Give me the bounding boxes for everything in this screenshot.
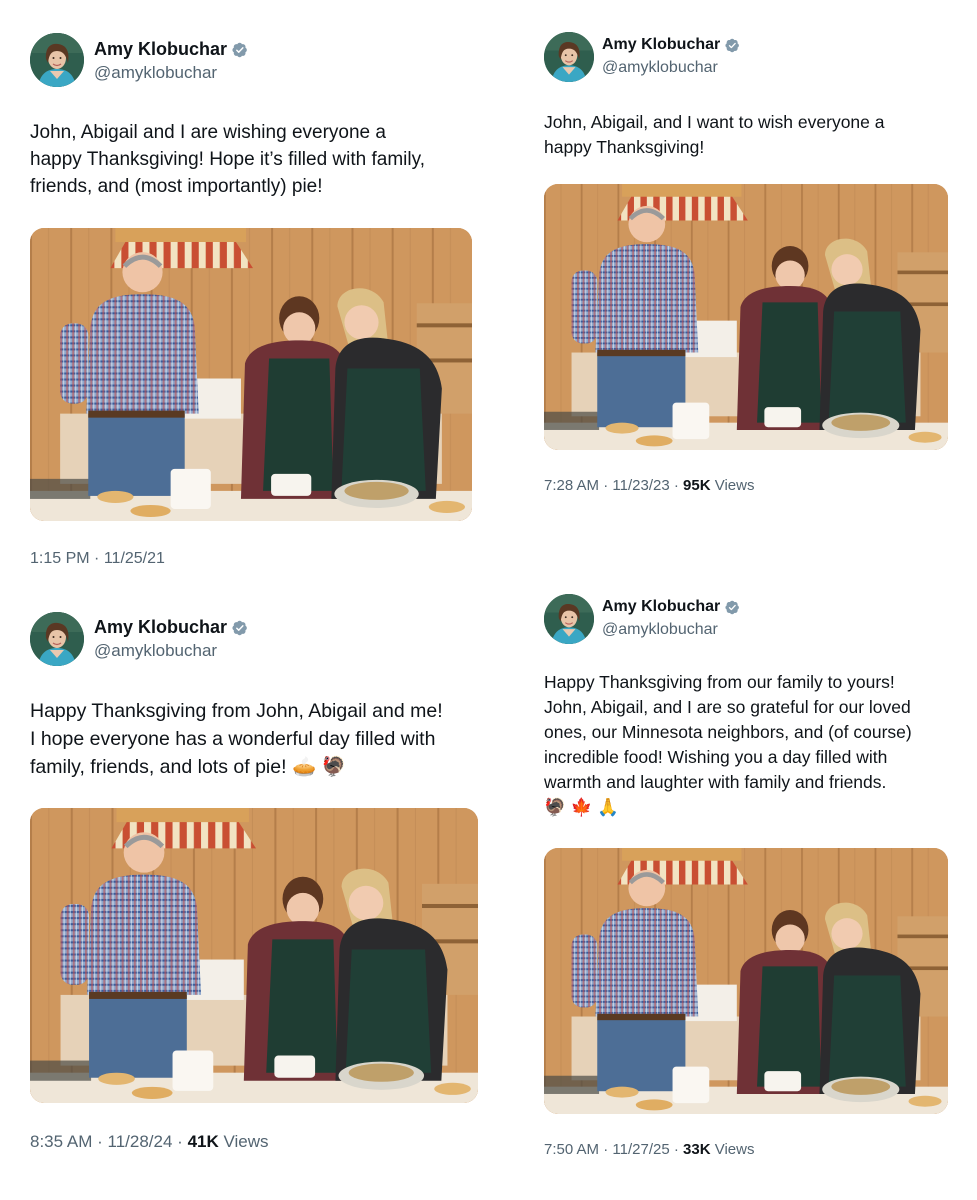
- tweet-meta: 1:15 PM · 11/25/21: [30, 550, 165, 568]
- tweet-date[interactable]: 11/28/24: [108, 1132, 173, 1151]
- tweet-card-4: Amy Klobuchar @amyklobuchar Happy Thanks…: [544, 594, 954, 1164]
- author-row: Amy Klobuchar: [602, 598, 740, 616]
- author-handle[interactable]: @amyklobuchar: [602, 59, 718, 77]
- meta-separator: ·: [673, 477, 679, 494]
- tweet-text-body: Happy Thanksgiving from John, Abigail an…: [30, 700, 443, 778]
- tweet-photo[interactable]: [30, 808, 478, 1103]
- tweet-meta: 7:50 AM · 11/27/25 · 33K Views: [544, 1141, 754, 1158]
- views-label: Views: [714, 477, 755, 494]
- verified-badge-icon: [725, 600, 740, 615]
- avatar[interactable]: [30, 612, 84, 666]
- view-count: 41K: [187, 1132, 219, 1151]
- views-label: Views: [223, 1132, 269, 1151]
- tweet-time[interactable]: 7:28 AM: [544, 477, 599, 494]
- avatar[interactable]: [30, 33, 84, 87]
- verified-badge-icon: [232, 42, 248, 58]
- tweet-photo[interactable]: [544, 848, 948, 1114]
- meta-separator: ·: [177, 1132, 183, 1151]
- author-name[interactable]: Amy Klobuchar: [602, 36, 720, 54]
- view-count: 33K: [683, 1141, 711, 1158]
- author-handle[interactable]: @amyklobuchar: [94, 63, 217, 83]
- tweet-photo[interactable]: [544, 184, 948, 450]
- views-label: Views: [714, 1141, 755, 1158]
- author-handle[interactable]: @amyklobuchar: [602, 621, 718, 639]
- tweet-time[interactable]: 8:35 AM: [30, 1132, 92, 1151]
- tweet-emojis: 🥧 🦃: [291, 755, 346, 778]
- author-row: Amy Klobuchar: [94, 617, 248, 638]
- author-name[interactable]: Amy Klobuchar: [94, 39, 227, 60]
- meta-separator: ·: [94, 550, 100, 567]
- tweet-card-3: Amy Klobuchar @amyklobuchar Happy Thanks…: [30, 612, 480, 1162]
- tweet-text: John, Abigail and I are wishing everyone…: [30, 122, 425, 198]
- tweet-header: Amy Klobuchar @amyklobuchar: [544, 594, 944, 654]
- meta-separator: ·: [603, 1141, 609, 1158]
- tweet-meta: 7:28 AM · 11/23/23 · 95K Views: [544, 477, 754, 494]
- tweet-meta: 8:35 AM · 11/28/24 · 41K Views: [30, 1132, 269, 1152]
- tweet-text: John, Abigail, and I want to wish everyo…: [544, 112, 885, 158]
- tweet-card-2: Amy Klobuchar @amyklobuchar John, Abigai…: [544, 32, 954, 502]
- meta-separator: ·: [603, 477, 609, 494]
- tweet-date[interactable]: 11/27/25: [612, 1141, 669, 1158]
- tweet-time[interactable]: 7:50 AM: [544, 1141, 599, 1158]
- tweet-card-1: Amy Klobuchar @amyklobuchar John, Abigai…: [30, 33, 475, 573]
- author-handle[interactable]: @amyklobuchar: [94, 641, 217, 661]
- verified-badge-icon: [725, 38, 740, 53]
- tweet-emojis: 🦃 🍁 🙏: [544, 797, 620, 818]
- tweet-photo[interactable]: [30, 228, 472, 521]
- tweet-header: Amy Klobuchar @amyklobuchar: [30, 612, 430, 672]
- meta-separator: ·: [97, 1132, 103, 1151]
- author-name[interactable]: Amy Klobuchar: [602, 598, 720, 616]
- author-row: Amy Klobuchar: [94, 39, 248, 60]
- view-count: 95K: [683, 477, 711, 494]
- avatar[interactable]: [544, 594, 594, 644]
- avatar[interactable]: [544, 32, 594, 82]
- tweet-header: Amy Klobuchar @amyklobuchar: [544, 32, 944, 92]
- tweet-text: Happy Thanksgiving from John, Abigail an…: [30, 698, 480, 782]
- tweet-date[interactable]: 11/25/21: [104, 550, 165, 567]
- meta-separator: ·: [673, 1141, 679, 1158]
- author-row: Amy Klobuchar: [602, 36, 740, 54]
- tweet-text: Happy Thanksgiving from our family to yo…: [544, 670, 948, 820]
- author-name[interactable]: Amy Klobuchar: [94, 617, 227, 638]
- tweet-text-body: Happy Thanksgiving from our family to yo…: [544, 672, 912, 793]
- tweet-time[interactable]: 1:15 PM: [30, 550, 90, 567]
- tweet-date[interactable]: 11/23/23: [612, 477, 669, 494]
- verified-badge-icon: [232, 620, 248, 636]
- tweet-header: Amy Klobuchar @amyklobuchar: [30, 33, 430, 93]
